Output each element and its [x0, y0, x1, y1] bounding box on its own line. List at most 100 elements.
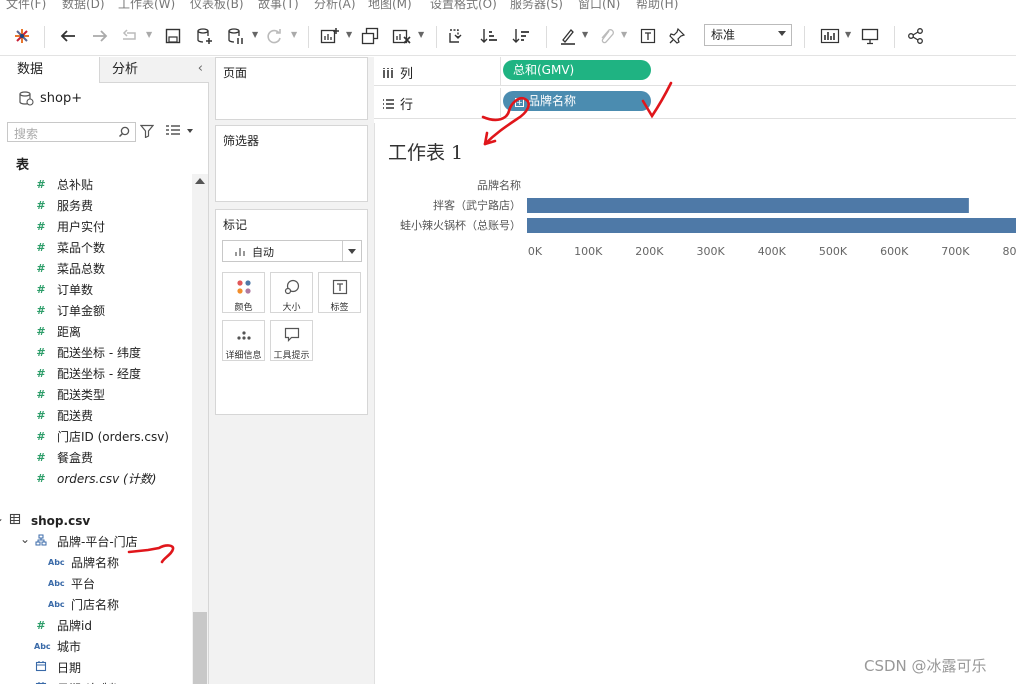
measure-icon: #	[36, 346, 46, 359]
field-item[interactable]: Abc 门店名称	[0, 594, 192, 615]
rows-shelf: 行 + 品牌名称	[374, 88, 1016, 117]
collapse-pane-icon[interactable]: ‹	[198, 61, 203, 76]
tables-heading: 表	[16, 158, 30, 173]
menu-item[interactable]: 窗口(N)	[578, 0, 620, 12]
measure-icon: #	[36, 199, 46, 212]
scroll-up-icon[interactable]	[195, 178, 205, 184]
menu-item[interactable]: 数据(D)	[62, 0, 105, 12]
table-icon	[8, 513, 22, 528]
measure-icon: #	[36, 220, 46, 233]
bar-chart: 品牌名称拌客（武宁路店） 蛙小辣火锅杯（总账号） 0K 100K 200K 300K 400…	[400, 178, 1016, 258]
mark-type-dropdown[interactable]: 自动	[222, 240, 362, 262]
category-label: 蛙小辣火锅杯（总账号）	[400, 218, 521, 232]
columns-drop-zone[interactable]: 总和(GMV)	[500, 57, 1016, 86]
tooltip-button[interactable]: 工具提示	[270, 320, 313, 361]
field-item[interactable]: 日期 (复制)	[0, 678, 192, 684]
presentation-icon[interactable]	[858, 24, 882, 48]
size-button[interactable]: 大小	[270, 272, 313, 313]
menu-item[interactable]: 地图(M)	[368, 0, 412, 12]
field-item[interactable]: # 距离	[0, 321, 192, 342]
menu-item[interactable]: 设置格式(O)	[430, 0, 497, 12]
field-item[interactable]: # 菜品总数	[0, 258, 192, 279]
field-item[interactable]: # 总补贴	[0, 174, 192, 195]
replay-icon[interactable]	[118, 24, 142, 48]
share-icon[interactable]	[904, 24, 928, 48]
menu-item[interactable]: 故事(T)	[258, 0, 299, 12]
field-item[interactable]: Abc 城市	[0, 636, 192, 657]
field-item[interactable]: # 配送坐标 - 纬度	[0, 342, 192, 363]
chevron-down-icon[interactable]	[187, 129, 193, 133]
detail-button[interactable]: 详细信息	[222, 320, 265, 361]
field-item[interactable]: # 门店ID (orders.csv)	[0, 426, 192, 447]
detail-button-label: 详细信息	[225, 351, 262, 361]
columns-pill[interactable]: 总和(GMV)	[503, 60, 651, 80]
rows-drop-zone[interactable]: + 品牌名称	[500, 88, 1016, 117]
field-item[interactable]: # 品牌id	[0, 615, 192, 636]
chevron-down-icon[interactable]: ⌄	[0, 511, 4, 525]
chevron-down-icon[interactable]: ⌄	[20, 532, 30, 546]
field-item[interactable]: # orders.csv (计数)	[0, 468, 192, 489]
list-view-icon[interactable]	[165, 124, 181, 136]
toolbar: ▼ ▼ ▼ ▼ ▼ ▼ ▼ ▼	[0, 16, 1016, 56]
new-datasource-icon[interactable]	[193, 24, 217, 48]
save-icon[interactable]	[161, 24, 185, 48]
highlight-icon[interactable]	[556, 24, 580, 48]
worksheet-view: 工作表 1 品牌名称 拌客（武宁路店） 蛙小辣火锅杯（总账号） 0K 100K 200K 3…	[374, 97, 1016, 684]
field-list-scrollbar[interactable]	[192, 174, 208, 684]
new-worksheet-icon[interactable]	[318, 24, 342, 48]
label-icon[interactable]	[636, 24, 660, 48]
pages-card[interactable]: 页面	[215, 57, 368, 120]
menu-item[interactable]: 仪表板(B)	[190, 0, 244, 12]
label-button[interactable]: 标签	[318, 272, 361, 313]
measure-icon: #	[36, 619, 46, 632]
tableau-logo-icon[interactable]	[10, 24, 34, 48]
tab-data[interactable]: 数据	[0, 57, 100, 83]
size-icon	[284, 279, 299, 295]
menu-item[interactable]: 帮助(H)	[636, 0, 678, 12]
field-item[interactable]: # 配送坐标 - 经度	[0, 363, 192, 384]
text-icon	[332, 279, 347, 295]
redo-icon[interactable]	[88, 24, 112, 48]
field-item[interactable]: 日期	[0, 657, 192, 678]
duplicate-icon[interactable]	[358, 24, 382, 48]
tab-analysis[interactable]: 分析	[100, 57, 209, 82]
fit-dropdown-value: 标准	[711, 28, 736, 42]
field-item[interactable]: # 订单数	[0, 279, 192, 300]
x-tick-label: 400K	[758, 245, 787, 258]
field-item[interactable]: # 服务费	[0, 195, 192, 216]
field-item[interactable]: Abc 平台	[0, 573, 192, 594]
field-item[interactable]: # 配送费	[0, 405, 192, 426]
field-label: 品牌名称	[71, 556, 120, 570]
clear-icon[interactable]	[390, 24, 414, 48]
pin-icon[interactable]	[665, 24, 689, 48]
field-item[interactable]: # 餐盒费	[0, 447, 192, 468]
scrollbar-thumb[interactable]	[193, 612, 207, 684]
undo-icon[interactable]	[56, 24, 80, 48]
filters-card[interactable]: 筛选器	[215, 125, 368, 202]
field-item[interactable]: ⌄ shop.csv	[0, 510, 192, 531]
sort-descending-icon[interactable]	[509, 24, 533, 48]
rows-icon	[383, 98, 394, 109]
field-label: 订单数	[57, 283, 94, 297]
menu-item[interactable]: 文件(F)	[6, 0, 46, 12]
show-me-icon[interactable]	[818, 24, 842, 48]
menu-item[interactable]: 分析(A)	[314, 0, 356, 12]
field-item[interactable]: # 配送类型	[0, 384, 192, 405]
pause-update-icon[interactable]	[224, 24, 248, 48]
filter-icon[interactable]	[140, 124, 154, 138]
sort-ascending-icon[interactable]	[477, 24, 501, 48]
refresh-icon[interactable]	[262, 24, 286, 48]
color-button[interactable]: 颜色	[222, 272, 265, 313]
swap-icon[interactable]	[444, 24, 468, 48]
field-item[interactable]: # 菜品个数	[0, 237, 192, 258]
menu-item[interactable]: 服务器(S)	[510, 0, 563, 12]
fit-dropdown[interactable]: 标准	[704, 24, 792, 46]
watermark: CSDN @冰露可乐	[864, 657, 987, 675]
field-search-input[interactable]: 搜索	[7, 122, 136, 142]
menu-item[interactable]: 工作表(W)	[118, 0, 175, 12]
datasource-item[interactable]: shop+	[18, 89, 82, 107]
group-icon[interactable]	[594, 24, 618, 48]
field-item[interactable]: # 用户实付	[0, 216, 192, 237]
field-item[interactable]: # 订单金额	[0, 300, 192, 321]
